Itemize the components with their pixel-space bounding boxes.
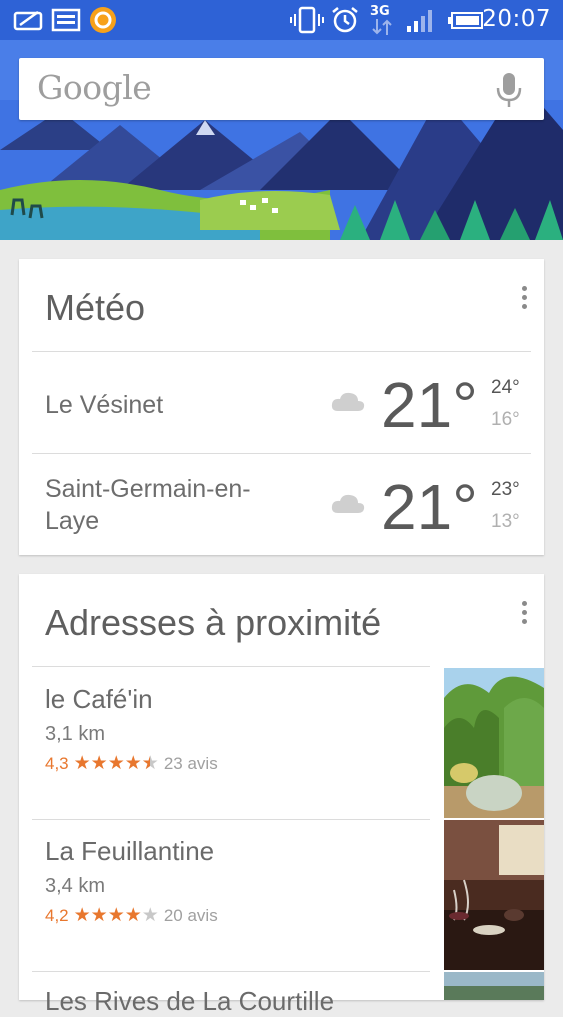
cloud-icon: [331, 494, 365, 513]
status-bar: 3G 20:07: [0, 0, 563, 40]
weather-temp: 21°: [381, 471, 478, 543]
network-3g-icon: 3G: [370, 4, 396, 36]
header-banner: Google: [0, 40, 563, 240]
app-icon: [90, 7, 116, 33]
nearby-places-card[interactable]: Adresses à proximité le Café'in 3,1 km 4…: [19, 574, 544, 1016]
weather-low: 16°: [491, 409, 520, 430]
rating-value: 4,3: [45, 753, 69, 773]
divider: [32, 971, 430, 972]
place-photo-restaurant[interactable]: [444, 820, 544, 970]
overflow-menu-icon[interactable]: [522, 601, 528, 628]
weather-card[interactable]: Météo Le Vésinet 21° 24° 16° Saint-Germa…: [19, 259, 544, 555]
divider: [32, 819, 430, 820]
rating-value: 4,2: [45, 905, 69, 925]
place-photo[interactable]: [444, 972, 544, 1000]
star-rating-icon: ★★★★★: [73, 905, 159, 926]
star-rating-icon: ★★★★★★: [73, 753, 159, 774]
review-count: 23 avis: [163, 753, 218, 773]
clock: 20:07: [482, 6, 551, 32]
weather-temp: 21°: [381, 369, 478, 441]
battery-icon: [448, 12, 483, 29]
notification-icon: [13, 10, 43, 31]
cloud-icon: [331, 392, 365, 411]
place-rating: 4,3 ★★★★★★ 23 avis: [45, 752, 218, 775]
place-photo-garden[interactable]: [444, 668, 544, 818]
google-logo: Google: [37, 68, 152, 107]
image-icon: [51, 8, 81, 32]
microphone-icon[interactable]: [496, 72, 522, 108]
review-count: 20 avis: [163, 905, 218, 925]
weather-low: 13°: [491, 511, 520, 532]
place-name: La Feuillantine: [45, 836, 215, 866]
overflow-menu-icon[interactable]: [522, 286, 528, 313]
search-box[interactable]: Google: [19, 58, 544, 120]
weather-high: 23°: [491, 479, 520, 500]
divider: [32, 453, 531, 454]
alarm-icon: [332, 7, 358, 33]
weather-city-line2: Laye: [45, 507, 100, 535]
divider: [32, 351, 531, 352]
place-name: le Café'in: [45, 684, 153, 714]
signal-icon: [407, 10, 432, 32]
place-rating: 4,2 ★★★★★ 20 avis: [45, 904, 218, 927]
vibrate-icon: [290, 6, 324, 34]
weather-city: Le Vésinet: [45, 391, 164, 419]
place-distance: 3,1 km: [45, 723, 106, 745]
divider: [32, 666, 430, 667]
weather-city-line1: Saint-Germain-en-: [45, 475, 251, 503]
card-title: Météo: [45, 287, 146, 328]
place-name: Les Rives de La Courtille: [45, 986, 335, 1016]
weather-high: 24°: [491, 377, 520, 398]
card-title: Adresses à proximité: [45, 602, 382, 643]
place-distance: 3,4 km: [45, 875, 106, 897]
